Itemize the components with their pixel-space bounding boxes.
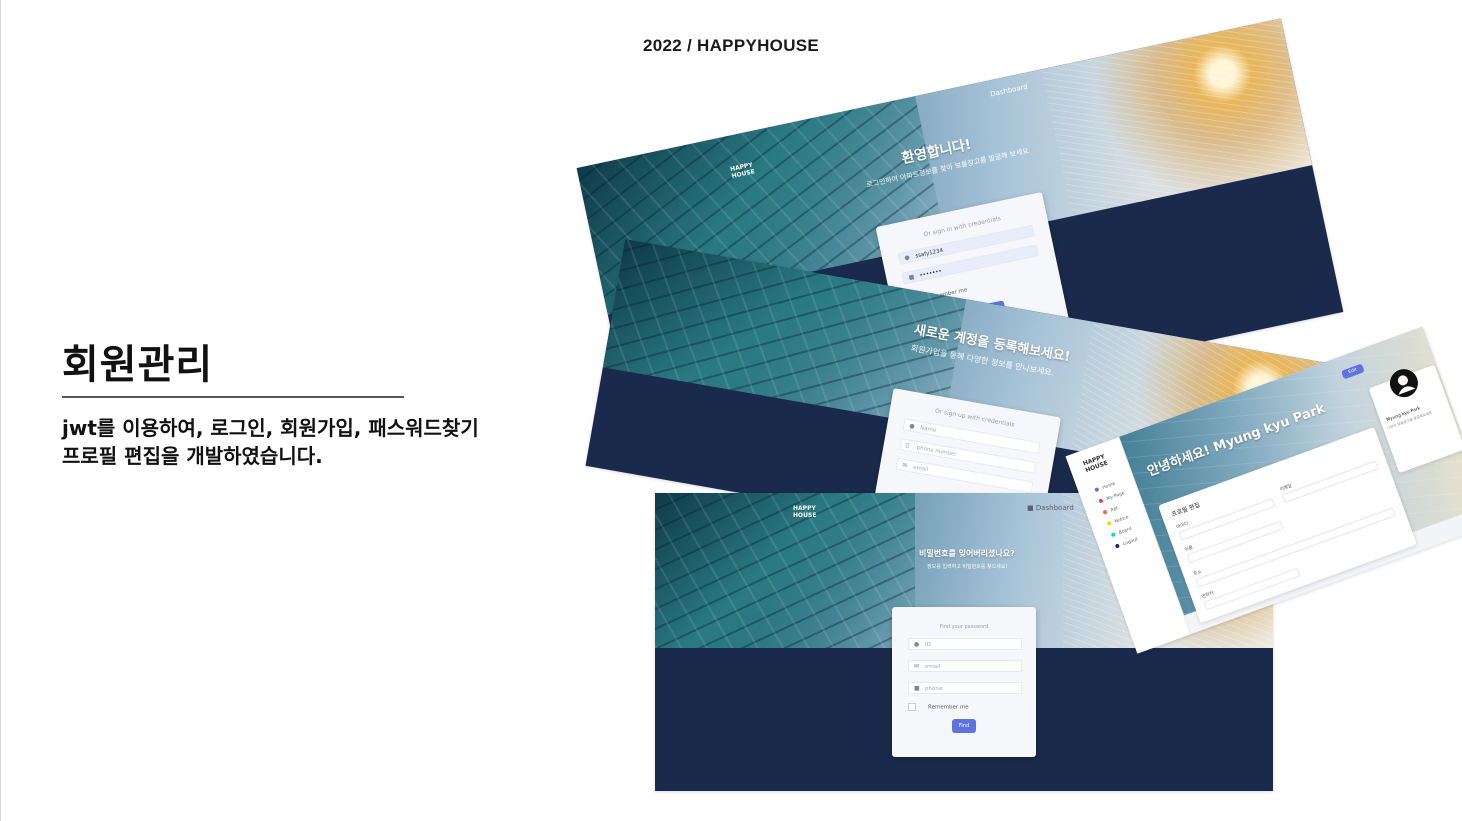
user-icon: ● [903, 253, 911, 262]
slide-title: 회원관리 [62, 342, 214, 388]
lock-icon: ■ [908, 273, 916, 282]
sidebar-item-board[interactable]: Board [1110, 526, 1133, 538]
sidebar-item-home[interactable]: Home [1094, 481, 1116, 493]
title-underline [62, 396, 404, 398]
find-nav-dashboard[interactable]: ■ Dashboard [1027, 504, 1074, 512]
phone-icon: ▯ [905, 442, 910, 450]
find-logo: HAPPY HOUSE [793, 505, 817, 519]
sidebar-item-apt[interactable]: Apt [1102, 506, 1119, 517]
sidebar-item-mypage[interactable]: My Page [1098, 491, 1126, 505]
find-remember[interactable]: Remember me [908, 703, 969, 711]
email-icon: ✉ [901, 461, 908, 470]
user-icon: ● [908, 422, 916, 431]
find-id-input[interactable]: ● ID [908, 638, 1022, 650]
slide-description: jwt를 이용하여, 로그인, 회원가입, 패스워드찾기 프로필 편집을 개발하… [62, 414, 582, 470]
find-title: 비밀번호를 잊어버리셨나요? [919, 549, 1015, 558]
lock-icon: ■ [914, 685, 920, 692]
profile-section-title: 프로필 편집 [1170, 501, 1201, 519]
left-border [0, 0, 1, 821]
description-line-1: jwt를 이용하여, 로그인, 회원가입, 패스워드찾기 [62, 416, 479, 440]
profile-logo: HAPPY HOUSE [1082, 453, 1109, 475]
description-line-2: 프로필 편집을 개발하였습니다. [62, 444, 323, 468]
checkbox-icon[interactable] [908, 703, 916, 711]
find-phone-input[interactable]: ■ phone [908, 682, 1022, 694]
find-subtitle: 정보를 입력하고 비밀번호를 찾으세요! [927, 564, 1008, 570]
find-caption: Find your password [939, 624, 989, 630]
email-icon: ✉ [914, 663, 920, 670]
sidebar-item-notice[interactable]: Notice [1106, 515, 1129, 528]
find-form: Find your password ● ID ✉ email ■ phone Rem… [892, 607, 1036, 757]
profile-email-input[interactable] [1281, 460, 1379, 504]
user-icon: ● [914, 641, 920, 648]
home-icon: ■ [1027, 504, 1036, 512]
find-email-input[interactable]: ✉ email [908, 660, 1022, 672]
find-button[interactable]: Find [952, 719, 976, 733]
sidebar-item-logout[interactable]: Logout [1114, 537, 1139, 550]
